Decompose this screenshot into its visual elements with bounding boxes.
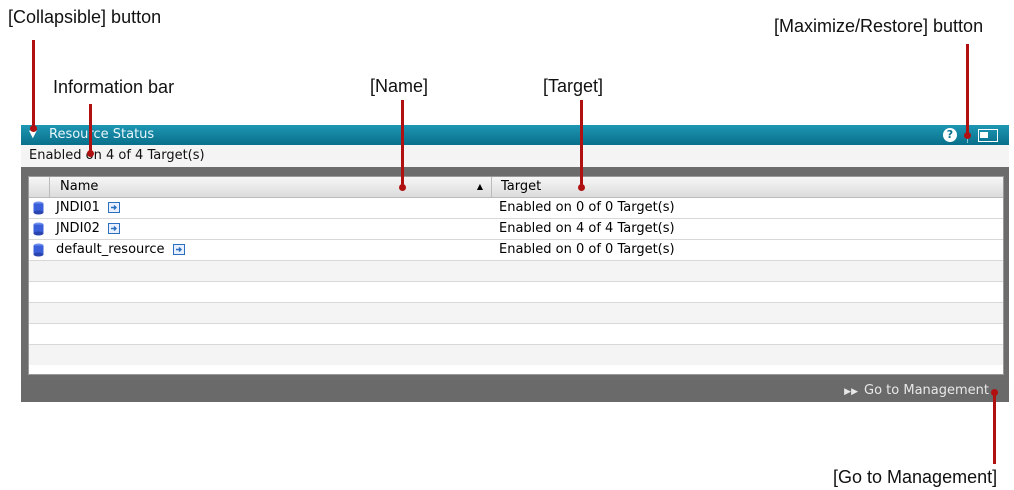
name-column-header[interactable]: Name ▲ <box>50 177 492 197</box>
table-row[interactable]: JNDI02 Enabled on 4 of 4 Target(s) <box>29 219 1003 240</box>
resource-status-panel: ▼ Resource Status ? Enabled on 4 of 4 Ta… <box>21 125 1009 402</box>
empty-row <box>29 345 1003 365</box>
information-bar: Enabled on 4 of 4 Target(s) <box>21 145 1009 167</box>
window-inner-icon <box>980 132 988 138</box>
panel-footer: ▶▶ Go to Management <box>21 380 1009 402</box>
leader-line-maximize <box>966 44 969 136</box>
leader-dot-go-to-management <box>991 389 998 396</box>
double-arrow-icon: ▶▶ <box>844 387 859 397</box>
icon-column-header <box>29 177 50 197</box>
row-target: Enabled on 4 of 4 Target(s) <box>499 221 675 236</box>
leader-dot-name <box>399 184 406 191</box>
callout-collapsible: [Collapsible] button <box>8 7 162 27</box>
link-icon[interactable] <box>108 223 120 234</box>
callout-info-bar: Information bar <box>53 77 175 97</box>
row-name[interactable]: JNDI01 <box>56 198 100 218</box>
leader-line-info-bar <box>89 104 92 154</box>
leader-dot-maximize <box>964 132 971 139</box>
panel-titlebar: ▼ Resource Status ? <box>21 125 1009 145</box>
help-icon[interactable]: ? <box>943 128 957 142</box>
panel-title: Resource Status <box>49 127 155 142</box>
resource-icon <box>33 243 44 257</box>
leader-dot-target <box>578 184 585 191</box>
resource-table: Name ▲ Target JNDI01 Enabled on 0 of 0 T… <box>28 176 1004 375</box>
go-to-management-label: Go to Management <box>864 383 989 398</box>
row-name[interactable]: JNDI02 <box>56 219 100 239</box>
row-name[interactable]: default_resource <box>56 240 164 260</box>
sort-ascending-icon: ▲ <box>476 182 483 191</box>
go-to-management-link[interactable]: ▶▶ Go to Management <box>844 383 989 400</box>
leader-line-go-to-management <box>993 392 996 464</box>
resource-icon <box>33 222 44 236</box>
leader-dot-info-bar <box>87 150 94 157</box>
name-column-label: Name <box>60 179 99 194</box>
maximize-restore-button[interactable] <box>978 129 998 142</box>
resource-icon <box>33 201 44 215</box>
link-icon[interactable] <box>108 202 120 213</box>
leader-line-name <box>401 100 404 188</box>
leader-dot-collapsible <box>30 125 37 132</box>
empty-row <box>29 303 1003 324</box>
table-header: Name ▲ Target <box>29 177 1003 198</box>
empty-row <box>29 324 1003 345</box>
info-text: Enabled on 4 of 4 Target(s) <box>29 148 205 163</box>
link-icon[interactable] <box>173 244 185 255</box>
target-column-label: Target <box>501 179 542 194</box>
target-column-header[interactable]: Target <box>492 177 1002 197</box>
row-target: Enabled on 0 of 0 Target(s) <box>499 242 675 257</box>
callout-name: [Name] <box>370 76 429 96</box>
callout-go-to-management: [Go to Management] <box>833 467 998 487</box>
table-row[interactable]: default_resource Enabled on 0 of 0 Targe… <box>29 240 1003 261</box>
leader-line-collapsible <box>32 40 35 128</box>
table-row[interactable]: JNDI01 Enabled on 0 of 0 Target(s) <box>29 198 1003 219</box>
empty-row <box>29 261 1003 282</box>
leader-line-target <box>580 100 583 188</box>
callout-maximize: [Maximize/Restore] button <box>774 16 984 36</box>
callout-target: [Target] <box>543 76 604 96</box>
row-target: Enabled on 0 of 0 Target(s) <box>499 200 675 215</box>
empty-row <box>29 282 1003 303</box>
